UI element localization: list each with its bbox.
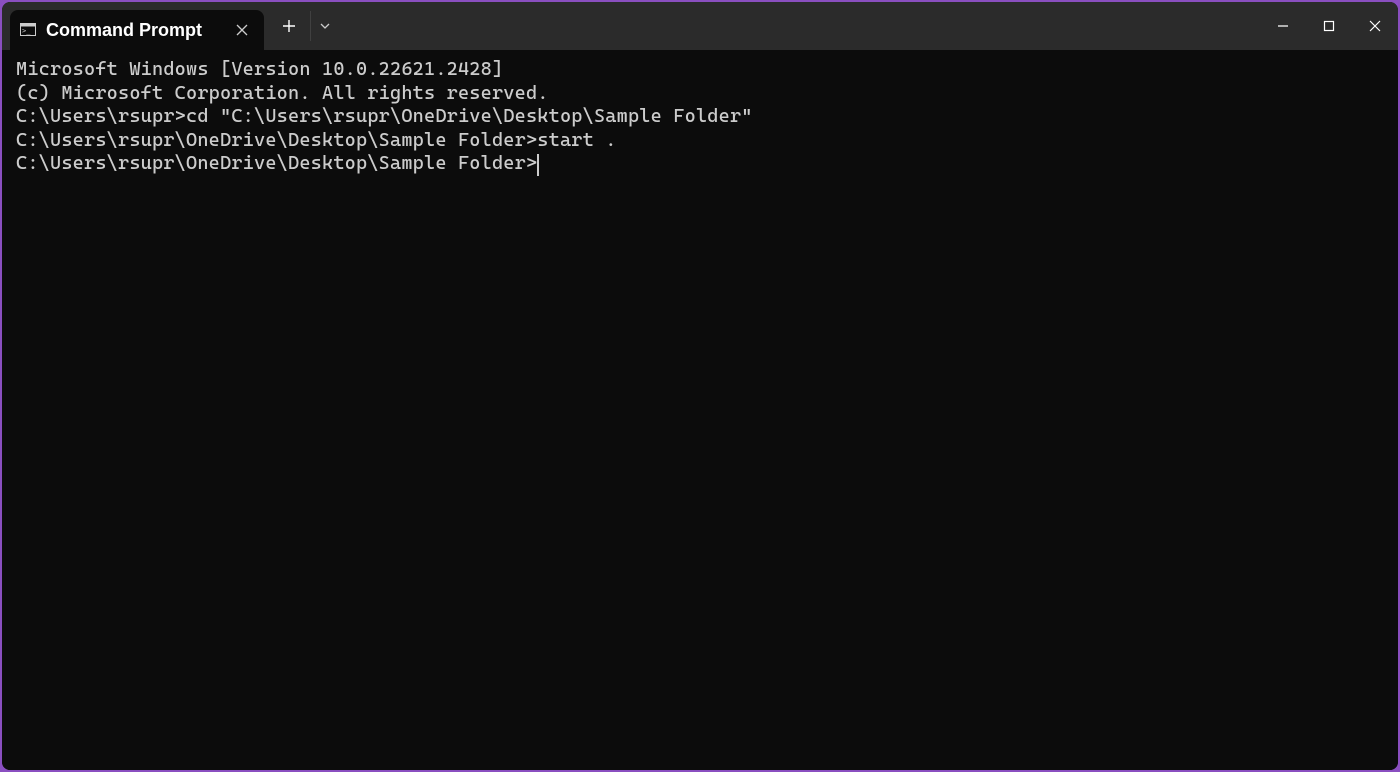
terminal-icon: >_ bbox=[20, 22, 36, 38]
close-button[interactable] bbox=[1352, 2, 1398, 50]
titlebar: >_ Command Prompt bbox=[2, 2, 1398, 50]
window-controls bbox=[1260, 2, 1398, 50]
terminal-line: (c) Microsoft Corporation. All rights re… bbox=[16, 82, 1384, 106]
maximize-button[interactable] bbox=[1306, 2, 1352, 50]
terminal-line: Microsoft Windows [Version 10.0.22621.24… bbox=[16, 58, 1384, 82]
tab-strip: >_ Command Prompt bbox=[2, 2, 264, 50]
new-tab-button[interactable] bbox=[272, 11, 306, 41]
tab-command-prompt[interactable]: >_ Command Prompt bbox=[10, 10, 264, 50]
terminal-window: >_ Command Prompt bbox=[2, 2, 1398, 770]
terminal-line: C:\Users\rsupr>cd "C:\Users\rsupr\OneDri… bbox=[16, 105, 1384, 129]
terminal-line: C:\Users\rsupr\OneDrive\Desktop\Sample F… bbox=[16, 129, 1384, 153]
tab-close-button[interactable] bbox=[232, 20, 252, 40]
terminal-line: C:\Users\rsupr\OneDrive\Desktop\Sample F… bbox=[16, 152, 1384, 176]
svg-text:>_: >_ bbox=[22, 27, 31, 35]
terminal-output[interactable]: Microsoft Windows [Version 10.0.22621.24… bbox=[2, 50, 1398, 770]
titlebar-drag-region[interactable] bbox=[338, 2, 1260, 50]
tab-dropdown-button[interactable] bbox=[310, 11, 338, 41]
tab-title: Command Prompt bbox=[46, 20, 202, 41]
terminal-cursor bbox=[537, 154, 539, 176]
minimize-button[interactable] bbox=[1260, 2, 1306, 50]
new-tab-region bbox=[264, 2, 338, 50]
